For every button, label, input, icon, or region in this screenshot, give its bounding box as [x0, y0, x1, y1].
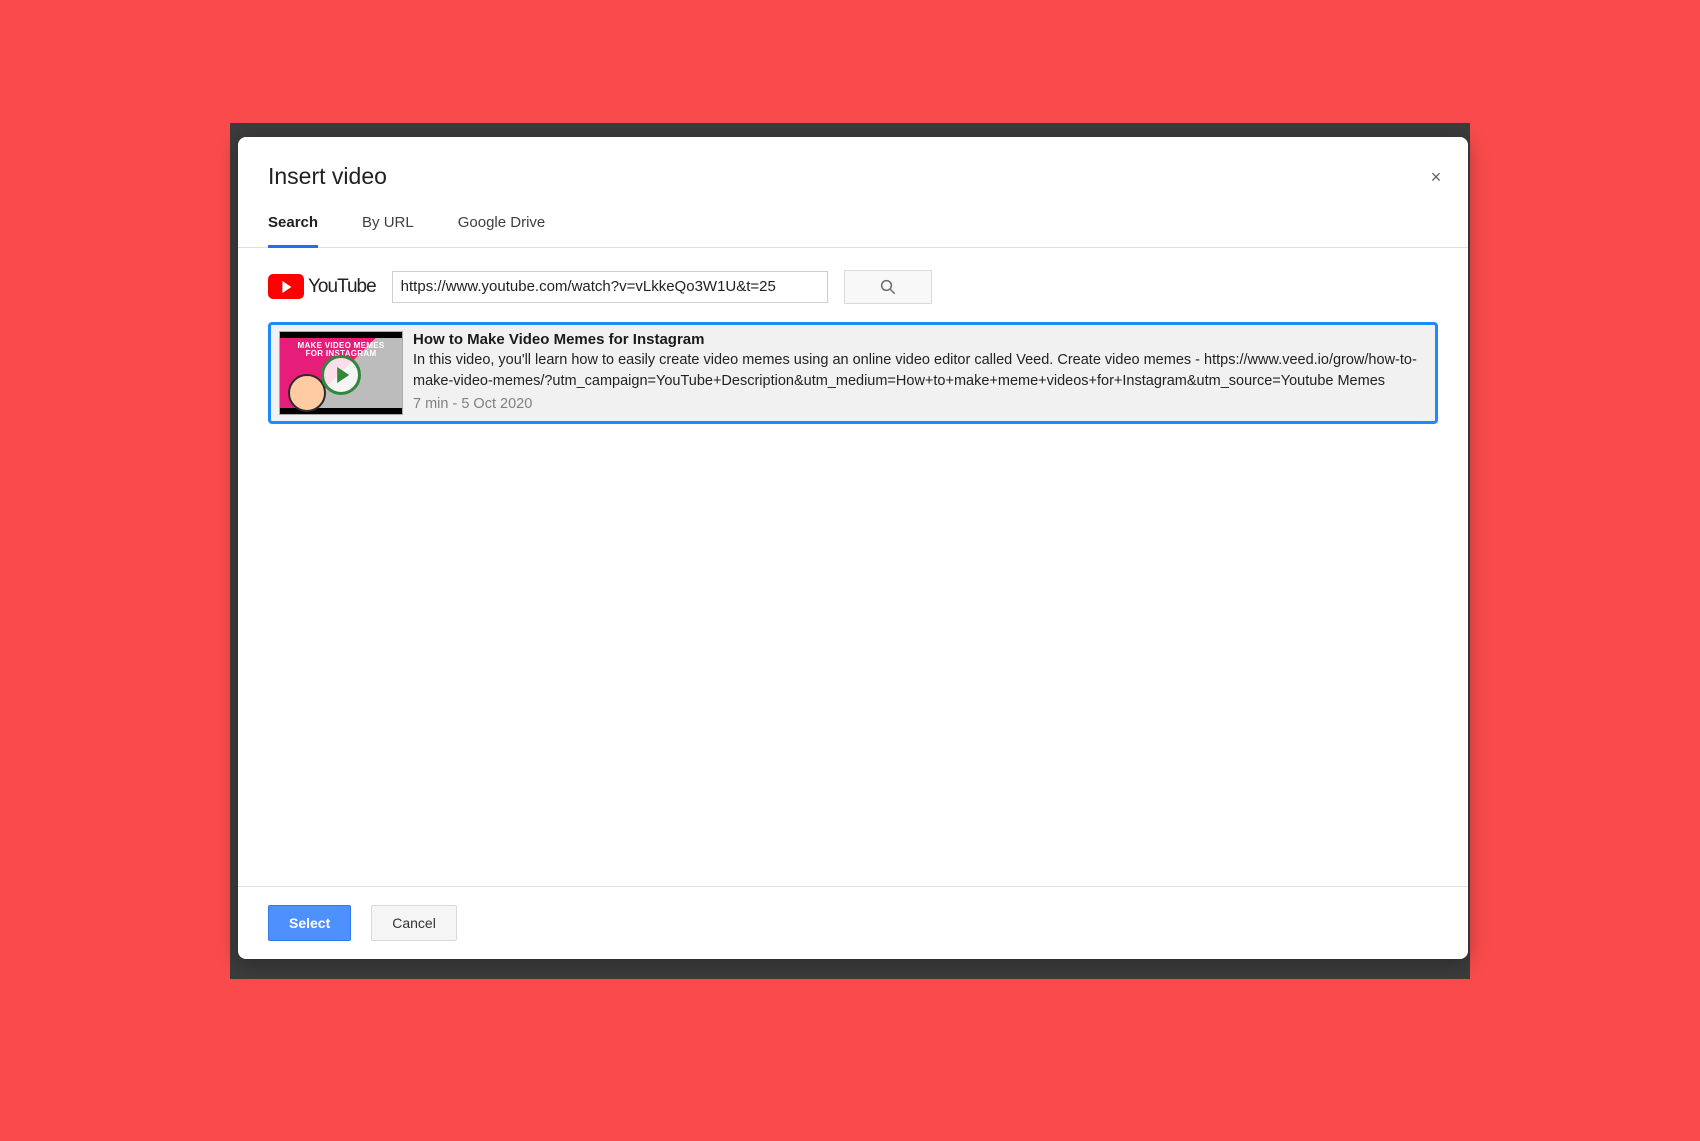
youtube-wordmark: YouTube: [308, 276, 376, 298]
play-icon: [321, 355, 361, 395]
select-button[interactable]: Select: [268, 905, 351, 941]
dialog-title: Insert video: [268, 163, 1438, 190]
dialog-header: Insert video ×: [238, 137, 1468, 214]
video-meta: 7 min - 5 Oct 2020: [413, 396, 532, 412]
youtube-icon: [268, 274, 304, 299]
search-results: MAKE VIDEO MEMES FOR INSTAGRAM How to Ma…: [238, 322, 1468, 886]
cancel-button[interactable]: Cancel: [371, 905, 457, 941]
screenshot-frame: Insert video × Search By URL Google Driv…: [190, 123, 1510, 1019]
search-icon: [879, 278, 897, 296]
tab-by-url[interactable]: By URL: [362, 214, 414, 248]
video-description: In this video, you'll learn how to easil…: [413, 350, 1427, 394]
youtube-logo: YouTube: [268, 274, 376, 299]
dialog-tabs: Search By URL Google Drive: [238, 214, 1468, 248]
close-icon[interactable]: ×: [1426, 167, 1446, 187]
dialog-footer: Select Cancel: [238, 886, 1468, 959]
insert-video-dialog: Insert video × Search By URL Google Driv…: [238, 137, 1468, 959]
video-result-body: How to Make Video Memes for Instagram In…: [413, 331, 1427, 414]
video-thumbnail: MAKE VIDEO MEMES FOR INSTAGRAM: [279, 331, 403, 415]
thumbnail-person: [288, 374, 326, 412]
search-row: YouTube: [238, 248, 1468, 322]
video-result[interactable]: MAKE VIDEO MEMES FOR INSTAGRAM How to Ma…: [268, 322, 1438, 424]
search-button[interactable]: [844, 270, 932, 304]
search-input[interactable]: [392, 271, 828, 303]
tab-search[interactable]: Search: [268, 214, 318, 248]
video-title: How to Make Video Memes for Instagram: [413, 331, 1427, 348]
tab-google-drive[interactable]: Google Drive: [458, 214, 546, 248]
